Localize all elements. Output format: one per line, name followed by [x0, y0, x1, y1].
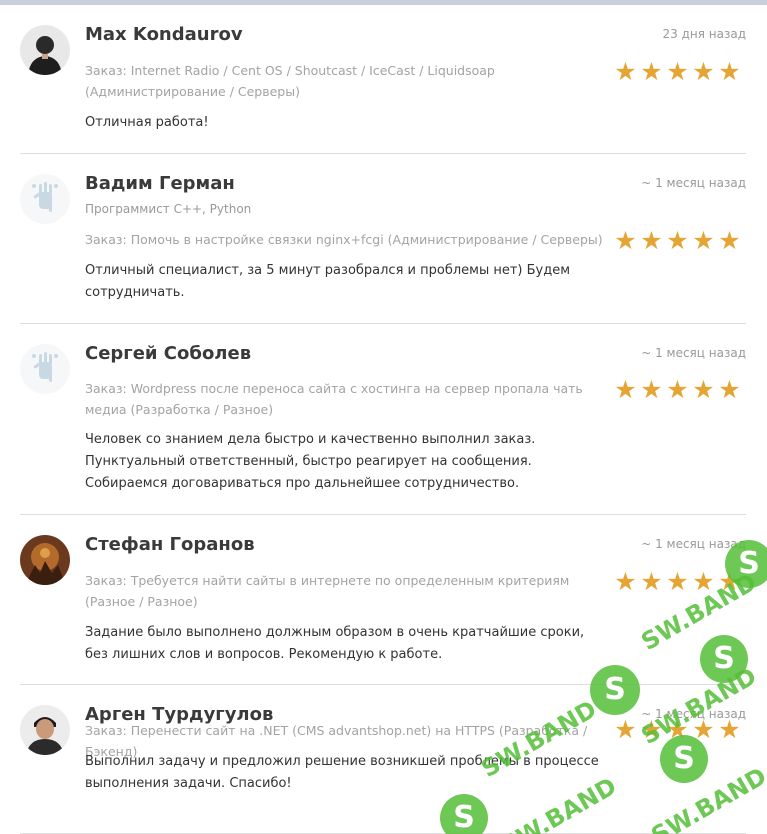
review-item: Сергей Соболев ~ 1 месяц назад Заказ: Wo…: [20, 324, 746, 515]
star-icon: ★: [718, 57, 741, 86]
star-icon: ★: [692, 57, 715, 86]
avatar[interactable]: [20, 535, 70, 585]
reviewer-name[interactable]: Вадим Герман: [85, 173, 235, 194]
review-text: Отличная работа!: [85, 115, 209, 130]
rating-stars: ★ ★ ★ ★ ★: [613, 569, 742, 594]
review-item: Арген Турдугулов ~ 1 месяц назад Заказ: …: [20, 685, 746, 834]
star-icon: ★: [640, 567, 663, 596]
reviewer-name[interactable]: Стефан Горанов: [85, 534, 255, 555]
review-text: Выполнил задачу и предложил решение возн…: [85, 754, 599, 791]
review-text: Человек со знанием дела быстро и качеств…: [85, 432, 536, 491]
rating-stars: ★ ★ ★ ★ ★: [613, 377, 742, 402]
reviewer-role: Программист C++, Python: [85, 202, 252, 216]
review-date: 23 дня назад: [662, 27, 747, 41]
review-date: ~ 1 месяц назад: [641, 346, 746, 360]
review-text: Задание было выполнено должным образом в…: [85, 625, 585, 662]
rating-stars: ★ ★ ★ ★ ★: [613, 59, 742, 84]
rating-stars: ★ ★ ★ ★ ★: [613, 717, 742, 742]
review-date: ~ 1 месяц назад: [641, 176, 746, 190]
rating-stars: ★ ★ ★ ★ ★: [613, 228, 742, 253]
star-icon: ★: [692, 375, 715, 404]
star-icon: ★: [640, 57, 663, 86]
star-icon: ★: [640, 226, 663, 255]
star-icon: ★: [718, 226, 741, 255]
star-icon: ★: [666, 715, 689, 744]
order-link[interactable]: Заказ: Помочь в настройке связки nginx+f…: [85, 229, 615, 250]
star-icon: ★: [718, 715, 741, 744]
avatar[interactable]: [20, 344, 70, 394]
star-icon: ★: [692, 715, 715, 744]
reviewer-name[interactable]: Сергей Соболев: [85, 343, 251, 364]
review-item: Вадим Герман ~ 1 месяц назад Программист…: [20, 154, 746, 324]
reviews-list: Max Kondaurov 23 дня назад Заказ: Intern…: [20, 5, 746, 834]
star-icon: ★: [692, 567, 715, 596]
review-text: Отличный специалист, за 5 минут разобрал…: [85, 263, 571, 300]
order-link[interactable]: Заказ: Требуется найти сайты в интернете…: [85, 570, 615, 612]
review-date: ~ 1 месяц назад: [641, 537, 746, 551]
star-icon: ★: [614, 57, 637, 86]
review-item: Max Kondaurov 23 дня назад Заказ: Intern…: [20, 5, 746, 154]
avatar[interactable]: [20, 25, 70, 75]
star-icon: ★: [666, 567, 689, 596]
default-hand-avatar-icon: [20, 174, 70, 224]
star-icon: ★: [692, 226, 715, 255]
reviewer-name[interactable]: Max Kondaurov: [85, 24, 243, 45]
star-icon: ★: [614, 715, 637, 744]
avatar[interactable]: [20, 705, 70, 755]
star-icon: ★: [614, 226, 637, 255]
order-link[interactable]: Заказ: Internet Radio / Cent OS / Shoutc…: [85, 60, 615, 102]
review-item: Стефан Горанов ~ 1 месяц назад Заказ: Тр…: [20, 515, 746, 685]
star-icon: ★: [640, 715, 663, 744]
star-icon: ★: [666, 57, 689, 86]
star-icon: ★: [718, 375, 741, 404]
default-hand-avatar-icon: [20, 344, 70, 394]
avatar[interactable]: [20, 174, 70, 224]
star-icon: ★: [666, 375, 689, 404]
star-icon: ★: [718, 567, 741, 596]
star-icon: ★: [614, 567, 637, 596]
star-icon: ★: [666, 226, 689, 255]
star-icon: ★: [614, 375, 637, 404]
star-icon: ★: [640, 375, 663, 404]
order-link[interactable]: Заказ: Wordpress после переноса сайта с …: [85, 378, 615, 420]
